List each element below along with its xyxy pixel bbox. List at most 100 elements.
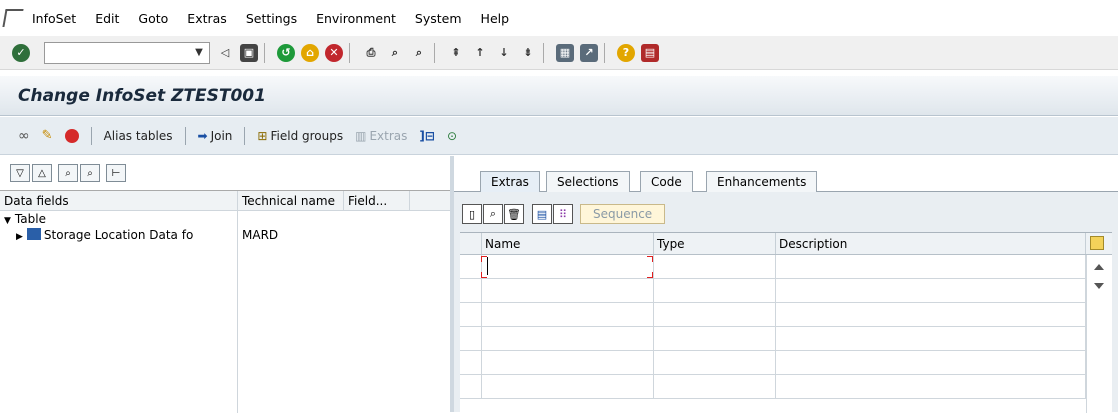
collapse-all-icon[interactable]: △ xyxy=(32,164,52,182)
menu-item-infoset[interactable]: InfoSet xyxy=(32,11,76,26)
create-icon[interactable]: ▯ xyxy=(462,204,482,224)
separator xyxy=(244,126,246,145)
tree-node-tech-name: MARD xyxy=(242,228,279,242)
chevron-down-icon[interactable]: ▼ xyxy=(191,45,207,61)
expand-all-icon[interactable]: ▽ xyxy=(10,164,30,182)
infoset-fields-icon: ]⊟ xyxy=(419,128,435,143)
column-header-technical-name[interactable]: Technical name xyxy=(238,191,344,210)
separator xyxy=(434,42,435,63)
table-row[interactable] xyxy=(460,279,1112,303)
tab-selections[interactable]: Selections xyxy=(546,171,630,192)
exit-icon[interactable]: ⌂ xyxy=(301,43,319,62)
menu-item-help[interactable]: Help xyxy=(481,11,510,26)
menu-item-system[interactable]: System xyxy=(415,11,462,26)
find-icon[interactable]: ⌕ xyxy=(386,44,404,62)
sap-menu-icon[interactable] xyxy=(2,9,24,27)
menu-item-goto[interactable]: Goto xyxy=(138,11,168,26)
expanded-triangle-icon[interactable]: ▼ xyxy=(4,216,11,226)
table-row[interactable] xyxy=(460,327,1112,351)
column-header-field[interactable]: Field... xyxy=(344,191,410,210)
last-page-icon[interactable]: ⇟ xyxy=(519,44,537,62)
generate-button[interactable]: ⊙ xyxy=(447,129,457,143)
collapsed-triangle-icon[interactable]: ▶ xyxy=(16,232,23,242)
tree-node-table[interactable]: ▼ Table xyxy=(0,211,450,227)
focus-corner xyxy=(481,272,487,278)
separator xyxy=(349,42,350,63)
menu-item-extras[interactable]: Extras xyxy=(187,11,227,26)
menu-item-environment[interactable]: Environment xyxy=(316,11,396,26)
join-label: Join xyxy=(210,128,233,143)
hierarchy-icon[interactable]: ⊢ xyxy=(106,164,126,182)
command-field[interactable]: ▼ xyxy=(44,41,210,64)
menu-item-edit[interactable]: Edit xyxy=(95,11,119,26)
tab-enhancements[interactable]: Enhancements xyxy=(706,171,818,192)
description-cell[interactable] xyxy=(776,255,1086,278)
tab-extras[interactable]: Extras xyxy=(480,171,540,192)
separator xyxy=(184,126,186,145)
create-session-icon[interactable]: ▦ xyxy=(556,43,574,62)
focus-corner xyxy=(481,256,487,262)
tree-node-tech-name xyxy=(238,211,344,227)
arrow-right-icon: ➡ xyxy=(197,128,208,143)
sequence-icon[interactable]: ⠿ xyxy=(553,204,573,224)
field-groups-icon: ⊞ xyxy=(257,128,268,143)
enter-icon[interactable]: ✓ xyxy=(12,43,30,62)
menu-item-settings[interactable]: Settings xyxy=(246,11,297,26)
vertical-scrollbar[interactable] xyxy=(1086,255,1112,413)
type-cell[interactable] xyxy=(654,255,776,278)
other-infoset-button[interactable]: ∞ xyxy=(18,128,30,144)
separator xyxy=(604,42,605,63)
tab-strip: Extras Selections Code Enhancements xyxy=(454,168,1118,192)
separator xyxy=(90,126,92,145)
column-header-data-fields[interactable]: Data fields xyxy=(0,191,238,210)
find-next-icon[interactable]: ⌕ xyxy=(80,164,100,182)
prev-page-icon[interactable]: ↑ xyxy=(471,44,489,62)
column-header-type[interactable]: Type xyxy=(654,233,776,254)
customize-layout-icon[interactable]: ▤ xyxy=(641,43,659,62)
glasses-icon: ∞ xyxy=(18,127,30,144)
tab-code[interactable]: Code xyxy=(640,171,693,192)
join-button[interactable]: ➡ Join xyxy=(198,129,233,143)
scroll-up-icon[interactable] xyxy=(1094,264,1104,270)
extras-toolbar: ▯ ⌕ 🗑 ▤ ⠿ Sequence xyxy=(462,204,666,224)
table-row[interactable] xyxy=(460,255,1112,279)
column-header-description[interactable]: Description xyxy=(776,233,1086,254)
generate-icon: ⊙ xyxy=(446,128,457,143)
extras-button[interactable]: ▥ Extras xyxy=(355,129,407,143)
back-arrow-icon[interactable]: ◁ xyxy=(216,44,234,62)
sequence-button[interactable]: Sequence xyxy=(580,204,666,224)
alias-tables-button[interactable]: Alias tables xyxy=(104,129,173,143)
extras-list-icon[interactable]: ▤ xyxy=(532,204,552,224)
row-selector-header[interactable] xyxy=(460,233,482,254)
back-icon[interactable]: ↺ xyxy=(277,43,295,62)
cancel-icon[interactable]: ✕ xyxy=(325,43,343,62)
check-button[interactable] xyxy=(64,128,79,143)
display-icon[interactable]: ⌕ xyxy=(483,204,503,224)
help-icon[interactable]: ? xyxy=(617,43,635,62)
table-row[interactable] xyxy=(460,375,1112,399)
save-icon[interactable]: ▣ xyxy=(240,43,258,62)
shortcut-icon[interactable]: ↗ xyxy=(580,43,598,62)
print-icon[interactable]: ⎙ xyxy=(362,44,380,62)
delete-icon[interactable]: 🗑 xyxy=(504,204,524,224)
field-groups-button[interactable]: ⊞ Field groups xyxy=(257,129,343,143)
table-row[interactable] xyxy=(460,303,1112,327)
column-header-name[interactable]: Name xyxy=(482,233,654,254)
scroll-down-icon[interactable] xyxy=(1094,283,1104,289)
tree-node-storage-location[interactable]: ▶ Storage Location Data fo MARD xyxy=(0,227,450,243)
extras-icon: ▥ xyxy=(355,128,367,143)
find-icon[interactable]: ⌕ xyxy=(58,164,78,182)
column-settings-icon[interactable] xyxy=(1090,236,1104,250)
system-toolbar: ✓ ▼ ◁ ▣ ↺ ⌂ ✕ ⎙ ⌕ ⌕ ⇞ ↑ ↓ ⇟ ▦ ↗ ? ▤ xyxy=(0,36,1118,70)
data-fields-tree: Data fields Technical name Field... ▼ Tab… xyxy=(0,190,450,413)
table-row[interactable] xyxy=(460,351,1112,375)
infoset-fields-button[interactable]: ]⊟ xyxy=(419,129,435,143)
separator xyxy=(543,42,544,63)
next-page-icon[interactable]: ↓ xyxy=(495,44,513,62)
extras-label: Extras xyxy=(369,128,408,143)
tree-header: Data fields Technical name Field... xyxy=(0,191,450,211)
find-next-icon[interactable]: ⌕ xyxy=(410,44,428,62)
first-page-icon[interactable]: ⇞ xyxy=(447,44,465,62)
name-cell[interactable] xyxy=(482,255,654,278)
display-change-button[interactable]: ✎ xyxy=(42,128,53,143)
